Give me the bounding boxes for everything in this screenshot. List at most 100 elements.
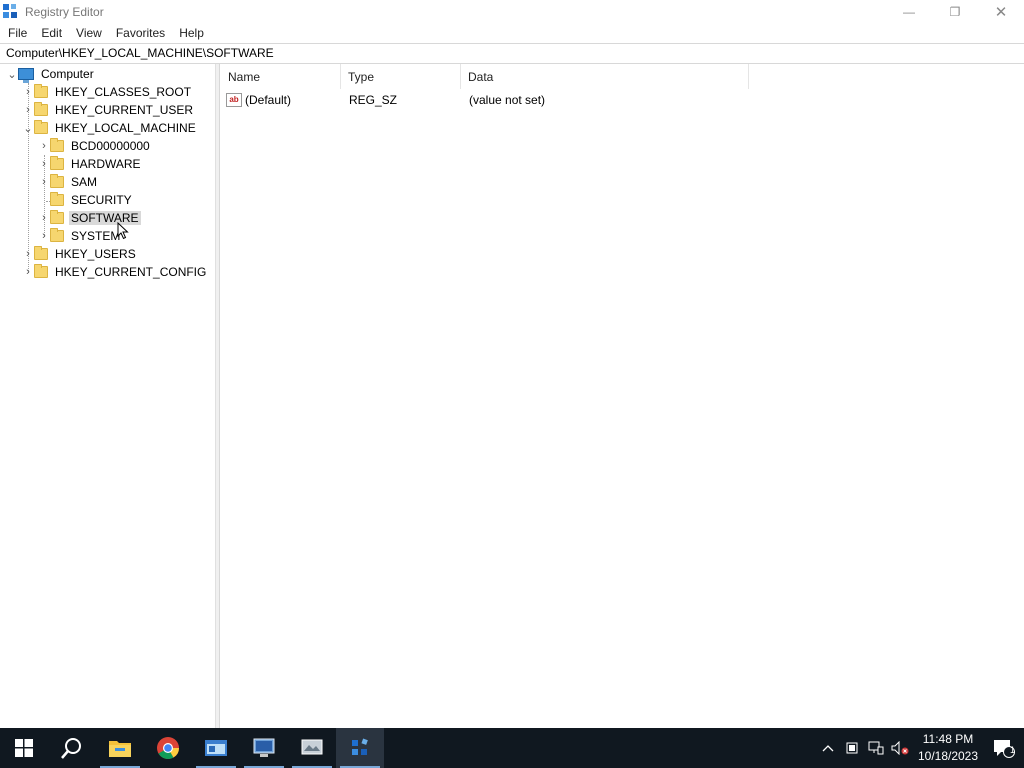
- tree-item-hardware[interactable]: › HARDWARE: [38, 155, 143, 173]
- tree-item-hkey-current-config[interactable]: › HKEY_CURRENT_CONFIG: [22, 263, 208, 281]
- taskbar: 11:48 PM 10/18/2023 1: [0, 728, 1024, 768]
- system-tray: 11:48 PM 10/18/2023 1: [816, 728, 1024, 768]
- search-button[interactable]: [48, 728, 96, 768]
- list-header: Name Type Data: [221, 64, 1024, 89]
- tree-item-label: HKEY_CLASSES_ROOT: [55, 85, 192, 99]
- clock-date: 10/18/2023: [917, 749, 979, 763]
- folder-icon: [34, 120, 48, 134]
- file-explorer-button[interactable]: [96, 728, 144, 768]
- registry-editor-taskbar-button[interactable]: [336, 728, 384, 768]
- address-bar[interactable]: Computer\HKEY_LOCAL_MACHINE\SOFTWARE: [0, 43, 1024, 64]
- mouse-cursor-icon: [117, 222, 129, 240]
- tree-item-label: HKEY_LOCAL_MACHINE: [55, 121, 196, 135]
- start-button[interactable]: [0, 728, 48, 768]
- folder-icon: [50, 210, 64, 224]
- tree-item-security[interactable]: SECURITY: [38, 191, 134, 209]
- folder-icon: [50, 228, 64, 242]
- clock[interactable]: 11:48 PM 10/18/2023: [912, 731, 984, 765]
- value-name: (Default): [245, 92, 292, 107]
- tree-item-label: SYSTEM: [71, 229, 121, 243]
- tree-item-label: HKEY_CURRENT_CONFIG: [55, 265, 207, 279]
- value-data: (value not set): [469, 92, 546, 107]
- windows-logo-icon: [15, 739, 33, 757]
- chevron-right-icon[interactable]: ›: [38, 137, 50, 155]
- tree-item-hkey-users[interactable]: › HKEY_USERS: [22, 245, 138, 263]
- registry-editor-app-icon: [3, 4, 19, 20]
- value-type: REG_SZ: [349, 92, 398, 107]
- tree-item-sam[interactable]: › SAM: [38, 173, 99, 191]
- chevron-right-icon[interactable]: ›: [38, 155, 50, 173]
- values-list-pane[interactable]: Name Type Data ab (Default) REG_SZ (valu…: [221, 64, 1024, 728]
- tree-item-label-selected: SOFTWARE: [69, 211, 141, 225]
- chevron-right-icon[interactable]: ›: [38, 227, 50, 245]
- clock-time: 11:48 PM: [922, 732, 974, 746]
- volume-muted-icon[interactable]: [888, 728, 912, 768]
- window-app-icon: [205, 740, 227, 756]
- folder-icon: [50, 174, 64, 188]
- chrome-button[interactable]: [144, 728, 192, 768]
- action-center-button[interactable]: 1: [984, 728, 1024, 768]
- window-title: Registry Editor: [25, 5, 104, 19]
- close-button[interactable]: ✕: [978, 0, 1024, 24]
- computer-management-icon: [253, 738, 275, 757]
- tree-pane[interactable]: ⌄ Computer › HKEY_CLASSES_ROOT › HKEY_CU…: [0, 64, 216, 728]
- menu-file[interactable]: File: [1, 24, 34, 43]
- menu-view[interactable]: View: [69, 24, 109, 43]
- string-value-icon: ab: [226, 92, 242, 107]
- tree-item-label: HARDWARE: [71, 157, 141, 171]
- restore-button[interactable]: ❐: [932, 0, 978, 24]
- computer-icon: [18, 68, 34, 83]
- tree-item-hkey-current-user[interactable]: › HKEY_CURRENT_USER: [22, 101, 195, 119]
- tree-item-label: HKEY_USERS: [55, 247, 136, 261]
- folder-icon: [34, 246, 48, 260]
- tree-item-bcd00000000[interactable]: › BCD00000000: [38, 137, 152, 155]
- search-icon: [61, 738, 81, 759]
- tree-item-computer[interactable]: ⌄ Computer: [6, 65, 96, 83]
- chevron-right-icon[interactable]: ›: [22, 83, 34, 101]
- chevron-right-icon[interactable]: ›: [22, 263, 34, 281]
- tree-item-hkey-classes-root[interactable]: › HKEY_CLASSES_ROOT: [22, 83, 193, 101]
- taskbar-app-2[interactable]: [240, 728, 288, 768]
- tablet-icon[interactable]: [840, 728, 864, 768]
- menu-help[interactable]: Help: [172, 24, 211, 43]
- folder-icon: [34, 84, 48, 98]
- tree-item-label: HKEY_CURRENT_USER: [55, 103, 194, 117]
- folder-icon: [50, 156, 64, 170]
- list-item[interactable]: ab (Default) REG_SZ (value not set): [221, 90, 545, 109]
- chrome-icon: [157, 737, 179, 759]
- tree-item-label: Computer: [41, 67, 94, 81]
- chevron-down-icon[interactable]: ⌄: [22, 119, 34, 137]
- menu-favorites[interactable]: Favorites: [109, 24, 172, 43]
- column-header-name[interactable]: Name: [221, 64, 341, 89]
- tree-item-system[interactable]: › SYSTEM: [38, 227, 122, 245]
- minimize-button[interactable]: —: [886, 0, 932, 24]
- system-app-icon: [301, 739, 323, 755]
- tree-item-hkey-local-machine[interactable]: ⌄ HKEY_LOCAL_MACHINE: [22, 119, 198, 137]
- folder-icon: [50, 192, 64, 206]
- folder-icon: [50, 138, 64, 152]
- menu-edit[interactable]: Edit: [34, 24, 69, 43]
- notification-count: 1: [1009, 745, 1015, 755]
- folder-icon: [34, 264, 48, 278]
- chevron-right-icon[interactable]: ›: [38, 209, 50, 227]
- chevron-right-icon[interactable]: ›: [22, 245, 34, 263]
- chevron-up-icon[interactable]: [816, 728, 840, 768]
- taskbar-app-3[interactable]: [288, 728, 336, 768]
- tree-item-label: BCD00000000: [71, 139, 150, 153]
- folder-icon: [34, 102, 48, 116]
- title-bar: Registry Editor — ❐ ✕: [0, 0, 1024, 24]
- column-header-data[interactable]: Data: [461, 64, 749, 89]
- tree-item-label: SAM: [71, 175, 98, 189]
- column-header-type[interactable]: Type: [341, 64, 461, 89]
- pane-splitter[interactable]: [216, 64, 220, 728]
- chevron-right-icon[interactable]: ›: [22, 101, 34, 119]
- chevron-down-icon[interactable]: ⌄: [6, 65, 18, 83]
- file-explorer-icon: [109, 741, 131, 757]
- taskbar-app-1[interactable]: [192, 728, 240, 768]
- registry-editor-icon: [352, 738, 368, 755]
- chevron-right-icon[interactable]: ›: [38, 173, 50, 191]
- tree-item-label: SECURITY: [71, 193, 132, 207]
- network-icon[interactable]: [864, 728, 888, 768]
- menu-bar: File Edit View Favorites Help: [0, 24, 1024, 43]
